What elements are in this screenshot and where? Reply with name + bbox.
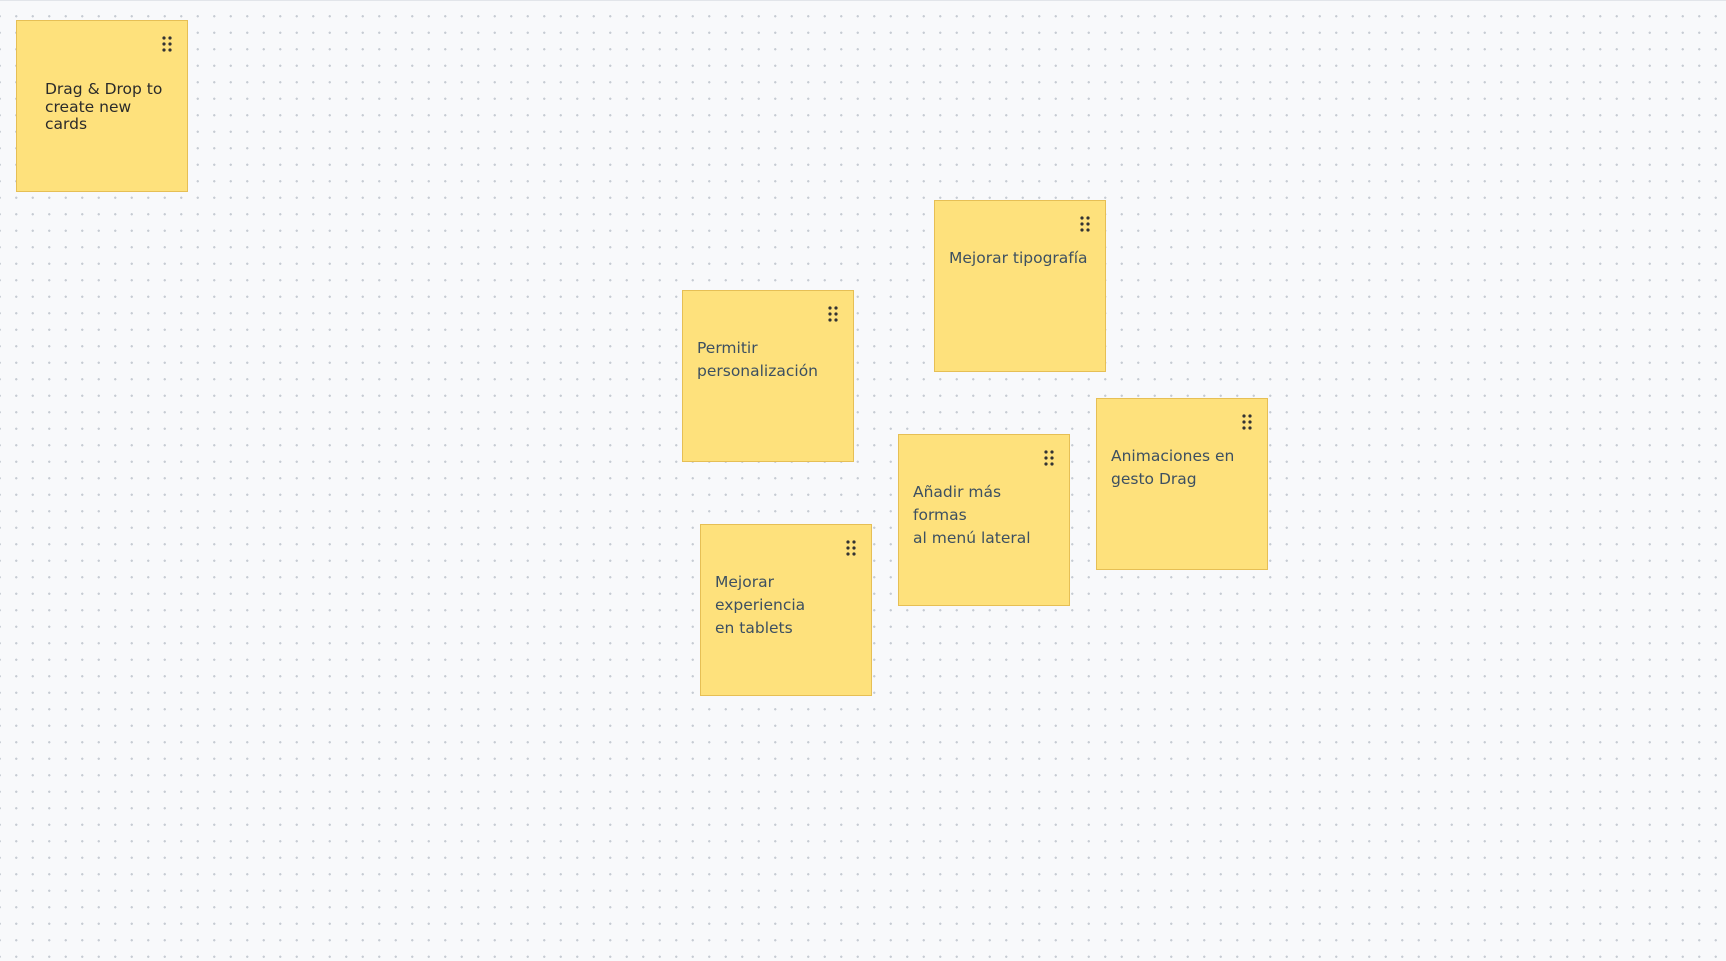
sticky-note-text[interactable]: Mejorar tipografía [949,247,1095,270]
sticky-note-text[interactable]: Animaciones en gesto Drag [1111,445,1257,491]
canvas-top-border [0,0,1726,1]
drag-handle-icon[interactable] [1241,413,1253,431]
sticky-note[interactable]: Mejorar experiencia en tablets [700,524,872,696]
sticky-note-text[interactable]: Permitir personalización [697,337,843,383]
new-card-template[interactable]: Drag & Drop to create new cards [16,20,188,192]
sticky-note-text[interactable]: Añadir más formas al menú lateral [913,481,1059,550]
sticky-note-text[interactable]: Mejorar experiencia en tablets [715,571,861,640]
drag-handle-icon[interactable] [845,539,857,557]
drag-handle-icon[interactable] [1079,215,1091,233]
drag-handle-icon[interactable] [161,35,173,53]
template-card-label: Drag & Drop to create new cards [45,80,163,133]
drag-handle-icon[interactable] [1043,449,1055,467]
drag-handle-icon[interactable] [827,305,839,323]
sticky-note[interactable]: Añadir más formas al menú lateral [898,434,1070,606]
sticky-note[interactable]: Permitir personalización [682,290,854,462]
sticky-note[interactable]: Mejorar tipografía [934,200,1106,372]
sticky-note[interactable]: Animaciones en gesto Drag [1096,398,1268,570]
